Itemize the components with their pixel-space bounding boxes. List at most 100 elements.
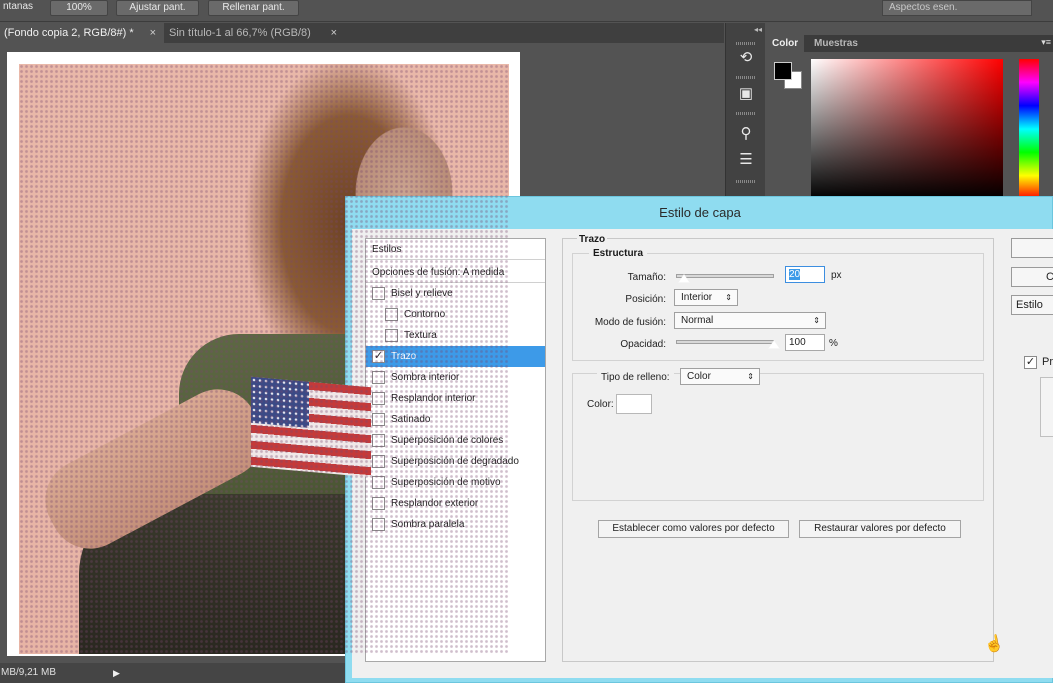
hue-slider[interactable] <box>1019 59 1039 199</box>
styles-header[interactable]: Estilos <box>366 239 545 260</box>
opacity-label: Opacidad: <box>620 339 666 350</box>
size-slider-thumb[interactable] <box>677 274 690 283</box>
stroke-color-swatch[interactable] <box>616 394 652 414</box>
style-checkbox[interactable] <box>372 497 385 510</box>
style-item[interactable]: Resplandor exterior <box>366 493 545 514</box>
tab-sin-titulo-1[interactable]: Sin título-1 al 66,7% (RGB/8) × <box>165 23 345 43</box>
structure-title: Estructura <box>589 248 648 259</box>
color-panel: Color Muestras ▾≡ <box>766 35 1053 205</box>
style-checkbox[interactable] <box>385 308 398 321</box>
fill-type-select[interactable]: Color ⇕ <box>680 368 760 385</box>
style-item-label: Resplandor interior <box>391 393 476 404</box>
collapse-panels-icon[interactable]: ◂◂ <box>754 25 762 34</box>
grip-icon[interactable] <box>736 180 756 183</box>
style-checkbox[interactable] <box>372 392 385 405</box>
style-checkbox[interactable]: ✓ <box>372 350 385 363</box>
scroll-all-windows-label[interactable]: ntanas <box>3 1 33 12</box>
opacity-slider-thumb[interactable] <box>768 340 780 349</box>
ok-button[interactable] <box>1011 238 1053 258</box>
position-select[interactable]: Interior ⇕ <box>674 289 738 306</box>
new-style-button[interactable]: Estilo <box>1011 295 1053 315</box>
style-item[interactable]: ✓ Trazo <box>366 346 545 367</box>
brushes-icon[interactable]: ⚲ <box>736 125 756 143</box>
style-checkbox[interactable] <box>372 413 385 426</box>
opacity-input[interactable]: 100 <box>785 334 825 351</box>
style-checkbox[interactable] <box>385 329 398 342</box>
preview-checkbox[interactable]: ✓ <box>1024 356 1037 369</box>
tab-label: Sin título-1 al 66,7% (RGB/8) <box>169 27 311 39</box>
close-icon[interactable]: × <box>331 23 337 43</box>
photo-arm <box>31 375 277 563</box>
status-bar: MB/9,21 MB ▶ <box>0 663 350 683</box>
style-item-label: Satinado <box>391 414 431 425</box>
structure-group: Estructura Tamaño: 20 px Posición: Inter… <box>572 248 984 361</box>
adjustments-icon[interactable]: ☰ <box>736 151 756 169</box>
size-label: Tamaño: <box>627 272 666 283</box>
blend-mode-label: Modo de fusión: <box>594 317 666 328</box>
style-item[interactable]: Bisel y relieve <box>366 283 545 304</box>
history-icon[interactable]: ⟲ <box>736 49 756 67</box>
grip-icon[interactable] <box>736 112 756 115</box>
style-checkbox[interactable] <box>372 455 385 468</box>
styles-list: Estilos Opciones de fusión: A medida Bis… <box>365 238 546 662</box>
style-checkbox[interactable] <box>372 371 385 384</box>
options-bar: ntanas 100% Ajustar pant. Rellenar pant.… <box>0 0 1053 22</box>
style-item[interactable]: Superposición de degradado <box>366 451 545 472</box>
style-item-label: Trazo <box>391 351 417 362</box>
style-checkbox[interactable] <box>372 287 385 300</box>
style-item-label: Resplandor exterior <box>391 498 479 509</box>
color-field[interactable] <box>811 59 1003 199</box>
blend-mode-select[interactable]: Normal ⇕ <box>674 312 826 329</box>
style-items: Bisel y relieve Contorno Textura ✓ Trazo Somb… <box>366 283 545 535</box>
close-icon[interactable]: × <box>150 23 156 43</box>
style-item[interactable]: Textura <box>366 325 545 346</box>
size-slider-track[interactable] <box>676 274 774 278</box>
set-default-button[interactable]: Establecer como valores por defecto <box>598 520 789 538</box>
tab-fondo-copia-2[interactable]: (Fondo copia 2, RGB/8#) * × <box>0 23 164 43</box>
tab-color[interactable]: Color <box>766 35 805 52</box>
grip-icon[interactable] <box>736 76 756 79</box>
layer-style-dialog: Estilo de capa Estilos Opciones de fusió… <box>345 196 1053 683</box>
status-menu-arrow-icon[interactable]: ▶ <box>113 663 120 683</box>
brush-presets-icon[interactable]: ▣ <box>736 85 756 103</box>
style-item[interactable]: Sombra paralela <box>366 514 545 535</box>
style-checkbox[interactable] <box>372 518 385 531</box>
style-item[interactable]: Satinado <box>366 409 545 430</box>
style-checkbox[interactable] <box>372 434 385 447</box>
style-item-label: Superposición de degradado <box>391 456 519 467</box>
style-item-label: Contorno <box>404 309 446 320</box>
fill-screen-button[interactable]: Rellenar pant. <box>208 0 299 16</box>
select-arrow-icon: ⇕ <box>725 293 732 302</box>
cancel-button[interactable]: C <box>1011 267 1053 287</box>
preview-label: Pre <box>1042 356 1053 368</box>
style-item[interactable]: Superposición de motivo <box>366 472 545 493</box>
grip-icon[interactable] <box>736 42 756 45</box>
dialog-title[interactable]: Estilo de capa <box>346 197 1053 229</box>
section-title: Trazo <box>577 234 608 245</box>
style-item-label: Sombra paralela <box>391 519 465 530</box>
opacity-slider-track[interactable] <box>676 340 774 344</box>
blending-options-item[interactable]: Opciones de fusión: A medida <box>366 262 545 283</box>
fit-screen-button[interactable]: Ajustar pant. <box>116 0 199 16</box>
workspace-switcher[interactable]: Aspectos esen. <box>882 0 1032 16</box>
style-item-label: Sombra interior <box>391 372 460 383</box>
size-input[interactable]: 20 <box>785 266 825 283</box>
reset-default-button[interactable]: Restaurar valores por defecto <box>799 520 961 538</box>
style-item-label: Superposición de motivo <box>391 477 501 488</box>
style-item[interactable]: Contorno <box>366 304 545 325</box>
style-item-label: Bisel y relieve <box>391 288 453 299</box>
position-label: Posición: <box>625 294 666 305</box>
panel-menu-icon[interactable]: ▾≡ <box>1041 37 1051 48</box>
select-arrow-icon: ⇕ <box>747 372 754 381</box>
select-arrow-icon: ⇕ <box>813 316 820 325</box>
tab-label: (Fondo copia 2, RGB/8#) * <box>4 27 134 39</box>
style-checkbox[interactable] <box>372 476 385 489</box>
style-item[interactable]: Sombra interior <box>366 367 545 388</box>
foreground-color-swatch[interactable] <box>774 62 792 80</box>
size-unit: px <box>831 270 842 281</box>
style-item[interactable]: Resplandor interior <box>366 388 545 409</box>
photo-flag-stars <box>251 376 309 428</box>
style-item[interactable]: Superposición de colores <box>366 430 545 451</box>
zoom-100-button[interactable]: 100% <box>50 0 108 16</box>
tab-swatches[interactable]: Muestras <box>808 35 864 52</box>
